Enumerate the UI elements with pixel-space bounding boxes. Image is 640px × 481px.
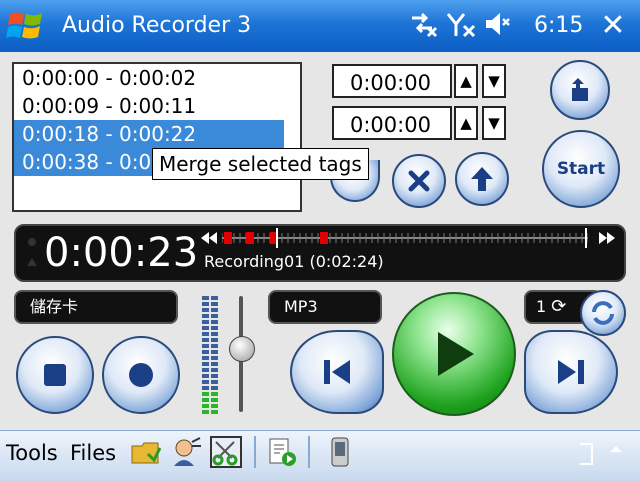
separator (308, 436, 310, 468)
window-title: Audio Recorder 3 (62, 13, 252, 38)
start-time-stepper: ▲ ▼ (454, 64, 506, 98)
record-button[interactable] (102, 336, 180, 414)
delete-icon (408, 170, 430, 192)
down-arrow-icon[interactable]: ▼ (482, 106, 506, 140)
windows-start-icon[interactable] (6, 8, 46, 44)
loop-count: 1 (536, 297, 547, 316)
menu-files[interactable]: Files (70, 440, 116, 466)
list-item[interactable]: 0:00:18 - 0:00:22 (14, 120, 284, 148)
recording-filename: Recording01 (0:02:24) (204, 252, 384, 271)
down-arrow-icon[interactable]: ▼ (482, 64, 506, 98)
end-time-field[interactable]: 0:00:00 (332, 106, 452, 140)
separator (254, 436, 256, 468)
stop-icon (44, 364, 66, 386)
speaker-person-icon[interactable] (170, 436, 202, 468)
repeat-icon: ⟳ (551, 296, 567, 317)
playlist-icon[interactable] (266, 436, 298, 468)
up-arrow-icon[interactable]: ▲ (454, 64, 478, 98)
save-icon (572, 78, 588, 101)
connectivity-off-icon[interactable] (408, 10, 438, 42)
close-button[interactable]: ✕ (594, 8, 632, 44)
signal-off-icon[interactable] (446, 10, 476, 42)
next-button[interactable] (524, 330, 618, 414)
save-tag-button[interactable] (550, 60, 610, 120)
start-time-field[interactable]: 0:00:00 (332, 64, 452, 98)
storage-selector[interactable]: 儲存卡 (14, 290, 178, 324)
move-up-button[interactable] (455, 152, 509, 206)
volume-muted-icon[interactable] (484, 10, 510, 42)
level-meter (200, 296, 220, 416)
list-item[interactable]: 0:00:09 - 0:00:11 (14, 92, 300, 120)
stop-button[interactable] (16, 336, 94, 414)
play-icon (438, 332, 474, 376)
up-arrow-icon[interactable]: ▲ (454, 106, 478, 140)
slider-thumb[interactable] (229, 336, 255, 362)
repeat-button[interactable] (580, 290, 626, 336)
menu-tools[interactable]: Tools (6, 440, 58, 466)
elapsed-time: 0:00:23 (44, 230, 199, 276)
fast-forward-icon[interactable] (598, 230, 618, 246)
device-icon[interactable] (324, 436, 356, 468)
arrow-up-icon (471, 167, 493, 191)
tag-list[interactable]: 0:00:00 - 0:00:02 0:00:09 - 0:00:11 0:00… (12, 62, 302, 212)
previous-button[interactable] (290, 330, 384, 414)
record-icon (129, 363, 153, 387)
folder-icon[interactable] (130, 436, 162, 468)
list-item[interactable]: 0:00:00 - 0:00:02 (14, 64, 300, 92)
end-time-stepper: ▲ ▼ (454, 106, 506, 140)
refresh-icon (592, 301, 614, 325)
level-icon (26, 236, 37, 270)
input-panel-icon[interactable] (576, 438, 626, 470)
skip-back-icon (324, 360, 350, 384)
start-button[interactable]: Start (542, 130, 620, 208)
cut-tool-icon[interactable] (210, 436, 242, 468)
rewind-icon[interactable] (200, 230, 220, 246)
start-label: Start (556, 159, 606, 179)
timeline-track[interactable] (222, 228, 588, 248)
format-selector[interactable]: MP3 (268, 290, 382, 324)
volume-slider[interactable] (228, 292, 255, 416)
delete-tag-button[interactable] (392, 154, 446, 208)
status-icons (408, 10, 510, 42)
tooltip: Merge selected tags (152, 148, 369, 180)
play-button[interactable] (392, 292, 516, 416)
skip-forward-icon (558, 360, 584, 384)
clock[interactable]: 6:15 (534, 10, 583, 42)
